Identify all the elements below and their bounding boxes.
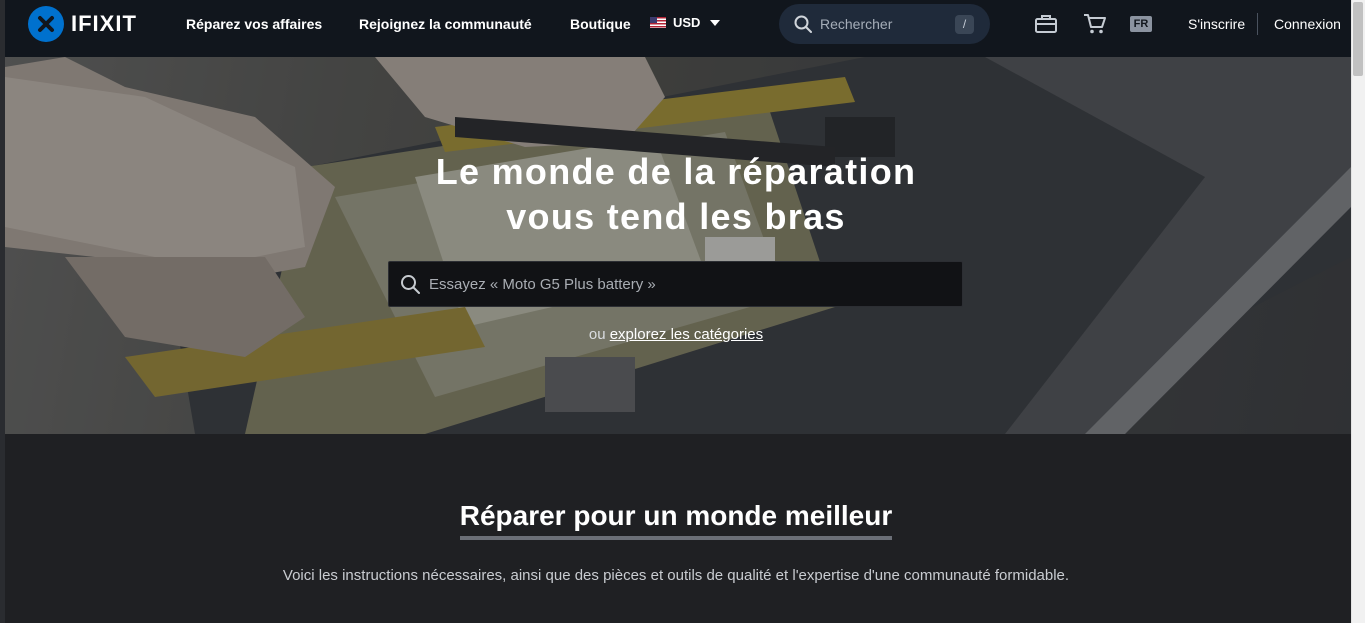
header-divider (1257, 13, 1258, 35)
search-icon (794, 15, 812, 33)
search-shortcut-key: / (955, 14, 974, 34)
explore-categories-link[interactable]: explorez les catégories (610, 326, 763, 343)
login-link[interactable]: Connexion (1274, 16, 1341, 32)
section-heading: Réparer pour un monde meilleur (5, 500, 1347, 540)
section-title: Réparer pour un monde meilleur (459, 500, 893, 540)
hero-title: Le monde de la réparation vous tend les … (5, 149, 1347, 239)
nav-repair-link[interactable]: Réparez vos affaires (186, 16, 322, 32)
nav-community-link[interactable]: Rejoignez la communauté (359, 16, 532, 32)
explore-categories-text: ou explorez les catégories (5, 326, 1347, 343)
search-icon (401, 275, 420, 294)
hero-title-line-1: Le monde de la réparation (435, 151, 917, 192)
hero-search-placeholder: Essayez « Moto G5 Plus battery » (429, 275, 656, 293)
cart-icon[interactable] (1083, 13, 1107, 35)
scrollbar-thumb[interactable] (1353, 2, 1363, 76)
header-search-input[interactable]: Rechercher / (779, 4, 990, 44)
chevron-down-icon (710, 19, 721, 26)
section-description: Voici les instructions nécessaires, ains… (282, 567, 1070, 584)
signup-link[interactable]: S'inscrire (1188, 16, 1245, 32)
ifixit-logo[interactable]: IFIXIT (28, 6, 137, 42)
top-navigation-bar: IFIXIT Réparez vos affaires Rejoignez la… (5, 0, 1351, 57)
hero-banner: Le monde de la réparation vous tend les … (5, 57, 1351, 434)
nav-store-link[interactable]: Boutique (570, 16, 631, 32)
hero-title-line-2: vous tend les bras (506, 196, 846, 237)
hero-overlay (5, 57, 1351, 434)
logo-wordmark: IFIXIT (71, 11, 137, 36)
language-selector[interactable]: FR (1130, 16, 1152, 32)
currency-selector[interactable]: USD (650, 15, 721, 30)
hero-search-input[interactable]: Essayez « Moto G5 Plus battery » (388, 261, 963, 307)
us-flag-icon (650, 17, 666, 28)
ifixit-logo-icon (28, 6, 64, 42)
currency-label: USD (673, 15, 701, 30)
toolbox-icon[interactable] (1034, 13, 1058, 35)
header-search-placeholder: Rechercher (820, 16, 893, 32)
mission-section: Réparer pour un monde meilleur Voici les… (5, 434, 1351, 623)
explore-prefix: ou (588, 326, 610, 343)
vertical-scrollbar[interactable] (1351, 0, 1365, 623)
